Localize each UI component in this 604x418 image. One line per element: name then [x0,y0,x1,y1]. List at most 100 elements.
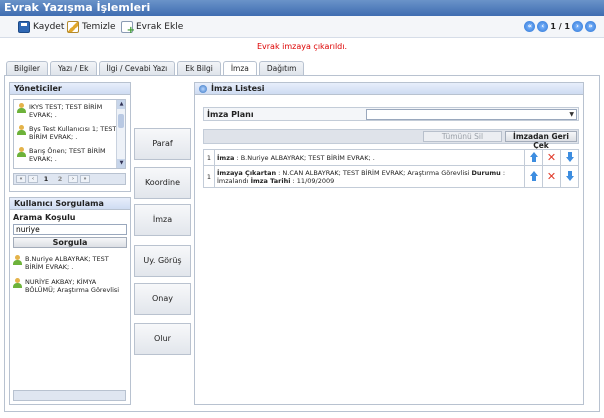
arrow-up-icon[interactable] [529,151,539,162]
managers-panel: Yöneticiler IKYS TEST; TEST BİRİM EVRAK;… [9,82,131,192]
signature-date-label: İmza Tarihi [250,176,291,185]
user-icon [17,147,26,157]
tab-dagitim[interactable]: Dağıtım [258,61,305,75]
move-up-cell [524,149,543,166]
current-page-number: 1 [43,175,49,183]
previous-page-icon[interactable]: ‹ [28,175,38,183]
signer-text: N.CAN ALBAYRAK; TEST BİRİM EVRAK; Araştı… [282,168,470,177]
signer-text: B.Nuriye ALBAYRAK; TEST BİRİM EVRAK; . [240,153,375,162]
signature-list-panel: İmza Listesi İmza Planı Tümünü Sil İmzad… [194,82,584,405]
delete-cell: ✕ [542,165,561,188]
clear-button[interactable]: Temizle [67,20,116,34]
arrow-down-icon[interactable] [565,151,575,162]
search-result-item[interactable]: NURİYE AKBAY; KİMYA BÖLÜMÜ; Araştırma Gö… [13,278,125,294]
managers-list: IKYS TEST; TEST BİRİM EVRAK; . Bys Test … [13,99,126,169]
signature-table: 1 İmza : B.Nuriye ALBAYRAK; TEST BİRİM E… [203,149,579,188]
delete-cell: ✕ [542,149,561,166]
first-page-icon[interactable]: « [16,175,26,183]
add-document-button[interactable]: Evrak Ekle [121,20,184,36]
status-label: Durumu [471,168,501,177]
next-page-number[interactable]: 2 [54,175,66,183]
tab-bilgiler[interactable]: Bilgiler [6,61,48,75]
manager-item[interactable]: Bys Test Kullanıcısı 1; TEST BİRİM EVRAK… [14,122,125,144]
clear-label: Temizle [82,22,116,32]
scroll-up-icon[interactable]: ▲ [117,100,125,109]
managers-title: Yöneticiler [10,83,130,95]
search-result-label: NURİYE AKBAY; KİMYA BÖLÜMÜ; Araştırma Gö… [25,278,120,294]
signature-row-text: İmzaya Çıkartan : N.CAN ALBAYRAK; TEST B… [214,165,525,188]
search-results-pager[interactable] [13,390,126,401]
arrow-up-icon[interactable] [529,170,539,181]
user-icon [13,255,22,265]
signature-list-header: İmza Listesi [195,83,583,95]
status-value: İmzalandı [217,176,249,185]
last-page-icon[interactable]: » [585,21,596,32]
move-down-cell [560,149,579,166]
scroll-down-icon[interactable]: ▼ [117,159,125,168]
next-page-icon[interactable]: › [68,175,78,183]
manager-item-label: Bys Test Kullanıcısı 1; TEST BİRİM EVRAK… [29,125,117,141]
signature-type-label: İmza [217,153,235,162]
add-document-icon [121,21,135,36]
row-number: 1 [203,165,215,188]
recall-signature-button[interactable]: İmzadan Geri Çek [505,131,577,150]
managers-pager: « ‹ 1 2 › » [13,173,126,185]
info-icon [199,84,207,93]
tab-ilgi-cevabi-yazi[interactable]: İlgi / Cevabi Yazı [98,61,176,75]
table-row: 1 İmzaya Çıkartan : N.CAN ALBAYRAK; TEST… [203,165,579,188]
arrow-down-icon[interactable] [565,170,575,181]
search-input[interactable] [13,224,127,235]
first-page-icon[interactable]: « [524,21,536,32]
onay-button[interactable]: Onay [134,283,191,315]
row-number: 1 [203,149,215,166]
signature-date: 11/09/2009 [296,176,335,185]
window-title: Evrak Yazışma İşlemleri [0,0,604,16]
page-indicator: 1 / 1 [550,22,570,31]
signature-plan-row: İmza Planı [203,107,579,121]
eraser-icon [67,21,79,33]
user-icon [17,103,26,113]
delete-icon[interactable]: ✕ [547,151,556,164]
previous-page-icon[interactable]: ‹ [537,21,549,32]
signature-row-text: İmza : B.Nuriye ALBAYRAK; TEST BİRİM EVR… [214,149,525,166]
user-search-title: Kullanıcı Sorgulama [10,198,130,210]
koordine-button[interactable]: Koordine [134,167,191,199]
move-up-cell [524,165,543,188]
clear-all-button[interactable]: Tümünü Sil [423,131,502,142]
next-page-icon[interactable]: › [572,21,583,32]
manager-item[interactable]: Barış Önen; TEST BİRİM EVRAK; . [14,144,125,166]
tab-imza[interactable]: İmza [222,61,257,75]
record-pager: « ‹ 1 / 1 › » [524,21,596,32]
search-result-item[interactable]: B.Nuriye ALBAYRAK; TEST BİRİM EVRAK; . [13,255,125,271]
signature-actions-bar: Tümünü Sil İmzadan Geri Çek [203,129,579,150]
paraf-button[interactable]: Paraf [134,128,191,160]
uy-gorus-button[interactable]: Uy. Görüş [134,245,191,277]
scroll-thumb[interactable] [118,114,124,128]
tab-yazi-ek[interactable]: Yazı / Ek [49,61,97,75]
signature-type-label: İmzaya Çıkartan [217,168,277,177]
save-icon [18,21,30,33]
user-icon [13,278,22,288]
move-down-cell [560,165,579,188]
signature-plan-label: İmza Planı [207,110,254,119]
tab-bar: Bilgiler Yazı / Ek İlgi / Cevabi Yazı Ek… [6,61,305,75]
save-label: Kaydet [33,22,65,32]
user-icon [17,125,26,135]
manager-item[interactable]: IKYS TEST; TEST BİRİM EVRAK; . [14,100,125,122]
signature-plan-select[interactable] [366,109,577,120]
query-button[interactable]: Sorgula [13,237,127,248]
imza-button[interactable]: İmza [134,204,191,236]
delete-icon[interactable]: ✕ [547,170,556,183]
search-result-label: B.Nuriye ALBAYRAK; TEST BİRİM EVRAK; . [25,255,109,271]
add-document-label: Evrak Ekle [136,22,184,32]
manager-item-label: IKYS TEST; TEST BİRİM EVRAK; . [29,103,103,119]
managers-scrollbar[interactable]: ▲ ▼ [116,100,125,168]
manager-item-label: Barış Önen; TEST BİRİM EVRAK; . [29,147,106,163]
signature-list-title: İmza Listesi [211,84,265,93]
last-page-icon[interactable]: » [80,175,90,183]
olur-button[interactable]: Olur [134,323,191,355]
table-row: 1 İmza : B.Nuriye ALBAYRAK; TEST BİRİM E… [203,149,579,166]
tab-ek-bilgi[interactable]: Ek Bilgi [177,61,221,75]
save-button[interactable]: Kaydet [18,20,64,34]
toolbar: Kaydet Temizle Evrak Ekle « ‹ 1 / 1 › » [0,16,604,38]
